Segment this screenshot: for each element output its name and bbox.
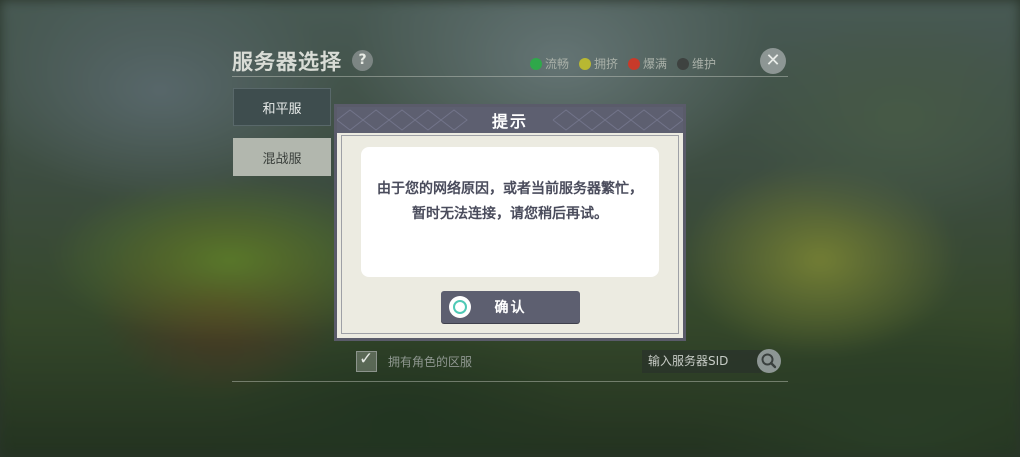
legend-label: 拥挤 <box>594 57 619 71</box>
status-dot-icon <box>677 57 690 70</box>
divider <box>232 76 788 77</box>
help-icon[interactable]: ? <box>352 50 373 71</box>
close-icon[interactable]: ✕ <box>760 48 786 74</box>
dialog-message: 由于您的网络原因，或者当前服务器繁忙，暂时无法连接，请您稍后再试。 <box>377 181 643 222</box>
page-title: 服务器选择 <box>232 50 342 74</box>
confirm-button[interactable]: 确认 <box>441 291 580 323</box>
legend-label: 维护 <box>692 57 717 71</box>
legend-label: 流畅 <box>545 57 570 71</box>
legend-item-full: 爆满 <box>628 55 667 72</box>
status-dot-icon <box>628 57 641 70</box>
message-box: 由于您的网络原因，或者当前服务器繁忙，暂时无法连接，请您稍后再试。 <box>361 147 659 277</box>
divider <box>232 381 788 382</box>
confirm-button-label: 确认 <box>494 300 527 316</box>
status-legend: 流畅 拥挤 爆满 维护 <box>530 55 716 72</box>
sid-search-input[interactable]: 输入服务器SID <box>642 350 762 373</box>
legend-item-smooth: 流畅 <box>530 55 569 72</box>
checkmark-icon: ✓ <box>359 349 374 369</box>
legend-label: 爆满 <box>643 57 668 71</box>
status-dot-icon <box>579 57 592 70</box>
tab-label: 混战服 <box>262 151 302 167</box>
search-icon[interactable] <box>757 349 781 373</box>
legend-item-crowded: 拥挤 <box>579 55 618 72</box>
alert-dialog: 提示 由于您的网络原因，或者当前服务器繁忙，暂时无法连接，请您稍后再试。 确认 <box>334 104 686 341</box>
checkbox-label: 拥有角色的区服 <box>388 355 473 369</box>
status-dot-icon <box>530 57 542 70</box>
tab-battle-server[interactable]: 混战服 <box>233 138 331 176</box>
tab-label: 和平服 <box>262 101 302 117</box>
tab-peace-server[interactable]: 和平服 <box>233 88 331 126</box>
dialog-title: 提示 <box>491 112 528 131</box>
owned-role-checkbox[interactable]: ✓ <box>356 349 377 372</box>
dialog-header: 提示 <box>337 107 683 133</box>
legend-item-maintenance: 维护 <box>677 55 716 72</box>
